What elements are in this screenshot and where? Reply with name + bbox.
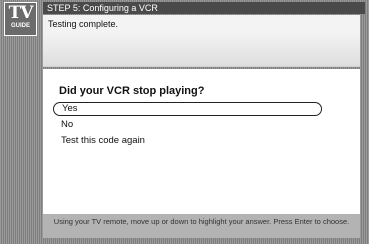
status-message: Testing complete. [48, 19, 119, 29]
answer-list: Yes No Test this code again [53, 102, 322, 150]
option-yes[interactable]: Yes [53, 102, 322, 116]
step-title: STEP 5: Configuring a VCR [43, 2, 365, 14]
question-text: Did your VCR stop playing? [59, 85, 205, 97]
logo-guide-text: GUIDE [10, 23, 30, 29]
tv-guide-screen: TV GUIDE STEP 5: Configuring a VCR Testi… [0, 0, 369, 244]
option-no[interactable]: No [53, 118, 322, 132]
status-panel-shading [43, 33, 360, 66]
status-panel: Testing complete. [43, 15, 360, 67]
tv-guide-logo: TV GUIDE [4, 2, 37, 36]
logo-tv-text: TV [8, 3, 34, 23]
option-test-again[interactable]: Test this code again [53, 134, 322, 148]
question-panel: Did your VCR stop playing? Yes No Test t… [43, 69, 360, 214]
help-text: Using your TV remote, move up or down to… [43, 214, 360, 238]
